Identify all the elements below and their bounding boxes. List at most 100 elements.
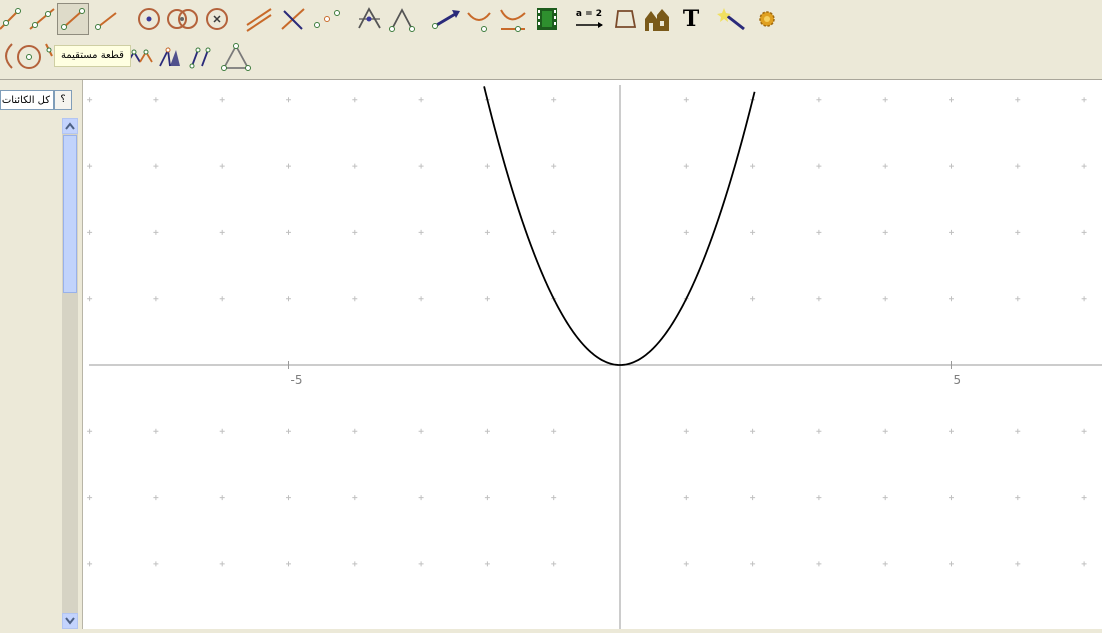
text-icon[interactable]: T xyxy=(678,5,704,33)
x-tick-label-neg5: -5 xyxy=(291,373,303,387)
polygon-icon[interactable] xyxy=(612,5,638,33)
segment-icon[interactable] xyxy=(27,5,57,33)
parallel-line-icon[interactable] xyxy=(244,5,274,33)
segment-selected-icon[interactable] xyxy=(57,3,89,35)
circle-center-point-icon[interactable] xyxy=(135,5,163,33)
grid-cross xyxy=(153,561,159,567)
grid-cross xyxy=(750,163,756,169)
grid-cross xyxy=(1081,163,1087,169)
grid-cross xyxy=(949,561,954,567)
grid-cross xyxy=(949,163,954,169)
grid-cross xyxy=(1015,97,1021,103)
grid-cross xyxy=(882,561,888,567)
grid-cross xyxy=(352,495,358,501)
grid-cross xyxy=(1015,229,1021,235)
scroll-down-button[interactable] xyxy=(62,613,78,629)
grid-cross xyxy=(87,561,93,567)
triangle-icon[interactable] xyxy=(220,42,252,72)
grid-cross xyxy=(352,163,358,169)
chevron-down-icon xyxy=(65,617,75,625)
vector-icon[interactable] xyxy=(93,5,121,33)
grid-cross xyxy=(1081,229,1087,235)
grid-cross xyxy=(683,97,689,103)
grid-cross xyxy=(219,561,225,567)
house-image-icon[interactable] xyxy=(643,5,671,33)
points-sequence-icon[interactable] xyxy=(311,5,343,33)
grid-cross xyxy=(1015,561,1021,567)
grid-cross xyxy=(286,495,291,501)
grid-cross xyxy=(816,428,822,434)
tangent-icon[interactable] xyxy=(44,42,54,70)
grid-cross xyxy=(286,561,291,567)
grid-cross xyxy=(352,428,358,434)
grid-cross xyxy=(87,296,93,302)
grid-cross xyxy=(484,428,490,434)
grid-cross xyxy=(219,495,225,501)
grid-cross xyxy=(1015,163,1021,169)
grid-cross xyxy=(1081,296,1087,302)
circle-three-points-icon[interactable] xyxy=(166,5,200,33)
algebra-panel: كل الكائنات ؟ xyxy=(0,80,83,629)
grid-cross xyxy=(153,296,159,302)
grid-cross xyxy=(418,495,424,501)
grid-cross xyxy=(816,296,822,302)
slider-label: a = 2 xyxy=(575,8,603,19)
point-on-line-icon[interactable] xyxy=(0,5,24,33)
scroll-thumb[interactable] xyxy=(63,135,77,293)
grid-cross xyxy=(1081,495,1087,501)
object-filter-combo[interactable]: كل الكائنات xyxy=(0,90,54,110)
grid-cross xyxy=(352,561,358,567)
grid-cross xyxy=(882,495,888,501)
grid-cross xyxy=(750,561,756,567)
grid-cross xyxy=(750,296,756,302)
vertical-scrollbar[interactable] xyxy=(62,118,78,629)
perpendicular-line-icon[interactable] xyxy=(278,5,308,33)
grid-cross xyxy=(683,561,689,567)
grid-cross xyxy=(949,495,954,501)
coordinate-plane[interactable]: -5 5 xyxy=(83,80,1102,629)
settings-gear-icon[interactable] xyxy=(756,7,778,31)
slider-icon[interactable]: a = 2 xyxy=(572,5,606,33)
animation-film-icon[interactable] xyxy=(535,6,559,32)
triangle-points-icon[interactable] xyxy=(354,5,384,33)
grid-cross xyxy=(484,229,490,235)
grid-cross xyxy=(286,229,291,235)
grid-cross xyxy=(551,163,557,169)
grid-cross xyxy=(683,428,689,434)
grid-cross xyxy=(1015,296,1021,302)
locus-icon[interactable] xyxy=(498,5,528,33)
grid-cross xyxy=(484,561,490,567)
grid-cross xyxy=(816,97,822,103)
grid-cross xyxy=(352,296,358,302)
grid-cross xyxy=(87,428,93,434)
grid-cross xyxy=(153,97,159,103)
grid-cross xyxy=(1081,561,1087,567)
grid-cross xyxy=(219,428,225,434)
grid-cross xyxy=(1015,428,1021,434)
circle-radius-icon[interactable] xyxy=(203,5,231,33)
grid-cross xyxy=(683,163,689,169)
grid-cross xyxy=(418,163,424,169)
reflect-icon[interactable] xyxy=(156,42,184,72)
graphics-view[interactable]: -5 5 xyxy=(83,80,1102,629)
dilate-icon[interactable] xyxy=(188,42,216,72)
angle-icon[interactable] xyxy=(387,5,417,33)
text-tool-label: T xyxy=(682,6,700,32)
circle-icon[interactable] xyxy=(14,42,44,72)
combo-help-button[interactable]: ؟ xyxy=(54,90,72,110)
grid-cross xyxy=(87,97,93,103)
curve-icon[interactable] xyxy=(464,5,494,33)
grid-cross xyxy=(418,97,424,103)
grid-cross xyxy=(484,495,490,501)
arc-icon[interactable] xyxy=(0,42,14,70)
grid-cross xyxy=(219,229,225,235)
grid-cross xyxy=(882,97,888,103)
arrow-icon[interactable] xyxy=(430,5,464,33)
grid-cross xyxy=(352,97,358,103)
scroll-up-button[interactable] xyxy=(62,118,78,134)
grid-cross xyxy=(286,428,291,434)
magic-wand-icon[interactable] xyxy=(716,5,748,33)
grid-cross xyxy=(418,229,424,235)
function-curve[interactable] xyxy=(483,86,756,366)
grid-cross xyxy=(418,428,424,434)
